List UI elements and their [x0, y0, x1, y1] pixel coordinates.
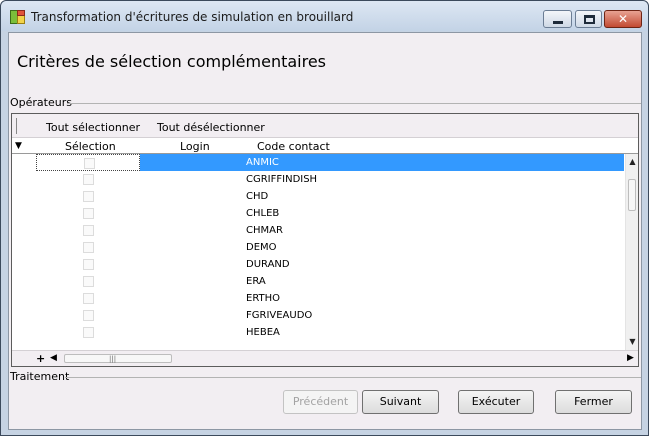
treatment-group-divider	[65, 377, 641, 378]
selection-cell[interactable]	[36, 205, 140, 222]
window-title: Transformation d'écritures de simulation…	[31, 10, 354, 24]
scroll-grip-icon: |||	[109, 355, 117, 363]
selection-cell[interactable]	[36, 307, 140, 324]
selection-checkbox[interactable]	[83, 191, 94, 202]
select-all-button[interactable]: Tout sélectionner	[46, 121, 140, 134]
selection-checkbox[interactable]	[83, 327, 94, 338]
table-row[interactable]: CHMAR	[12, 222, 624, 239]
code-contact-cell: ERA	[246, 276, 266, 287]
app-logo-icon	[10, 10, 26, 24]
table-row[interactable]: DURAND	[12, 256, 624, 273]
title-bar[interactable]: Transformation d'écritures de simulation…	[1, 1, 648, 31]
maximize-button[interactable]	[575, 10, 602, 28]
selection-cell[interactable]	[36, 188, 140, 205]
selection-cell[interactable]	[36, 256, 140, 273]
grid-header: ▼ Sélection Login Code contact	[12, 138, 638, 154]
selection-checkbox[interactable]	[83, 293, 94, 304]
deselect-all-button[interactable]: Tout désélectionner	[157, 121, 265, 134]
scroll-down-icon[interactable]: ▼	[627, 336, 638, 348]
table-row[interactable]: CHD	[12, 188, 624, 205]
minimize-icon	[553, 21, 563, 24]
maximize-icon	[584, 15, 595, 24]
code-contact-cell: ANMIC	[140, 154, 624, 171]
column-header-code-contact[interactable]: Code contact	[257, 140, 330, 153]
grid-toolbar: Tout sélectionner Tout désélectionner	[12, 114, 638, 138]
code-contact-cell: HEBEA	[246, 327, 280, 338]
close-button[interactable]: Fermer	[555, 390, 632, 414]
table-row[interactable]: HEBEA	[12, 324, 624, 341]
toolbar-grip-icon	[16, 118, 17, 134]
grid-body: ANMIC CGRIFFINDISH CHD CHLEB CHMAR DEMO DURAND…	[12, 154, 624, 350]
selection-cell[interactable]	[36, 171, 140, 188]
selection-checkbox[interactable]	[83, 208, 94, 219]
scroll-up-icon[interactable]: ▲	[627, 156, 638, 168]
selection-cell[interactable]	[36, 154, 140, 171]
code-contact-cell: DURAND	[246, 259, 290, 270]
dialog-content: Critères de sélection complémentaires Op…	[8, 32, 642, 430]
column-chooser-icon[interactable]: ▼	[15, 141, 22, 151]
selection-cell[interactable]	[36, 324, 140, 341]
table-row[interactable]: FGRIVEAUDO	[12, 307, 624, 324]
selection-checkbox[interactable]	[83, 225, 94, 236]
code-contact-cell: CHLEB	[246, 208, 280, 219]
code-contact-cell: DEMO	[246, 242, 277, 253]
execute-button[interactable]: Exécuter	[458, 390, 534, 414]
scroll-left-icon[interactable]: ◀	[50, 353, 57, 363]
selection-cell[interactable]	[36, 273, 140, 290]
selection-checkbox[interactable]	[83, 310, 94, 321]
column-header-selection[interactable]: Sélection	[65, 140, 116, 153]
table-row[interactable]: CGRIFFINDISH	[12, 171, 624, 188]
selection-checkbox[interactable]	[84, 158, 95, 169]
code-contact-cell: CHD	[246, 191, 269, 202]
column-header-login[interactable]: Login	[180, 140, 210, 153]
scroll-right-icon[interactable]: ▶	[627, 353, 634, 363]
table-row[interactable]: CHLEB	[12, 205, 624, 222]
vertical-scroll-thumb[interactable]	[628, 179, 636, 211]
horizontal-scroll-thumb[interactable]: |||	[64, 354, 172, 363]
selection-checkbox[interactable]	[83, 174, 94, 185]
minimize-button[interactable]	[543, 10, 572, 28]
selection-cell[interactable]	[36, 290, 140, 307]
operators-group-label: Opérateurs	[10, 96, 72, 109]
table-row[interactable]: ANMIC	[12, 154, 624, 171]
code-contact-cell: CHMAR	[246, 225, 283, 236]
selection-checkbox[interactable]	[83, 242, 94, 253]
previous-button[interactable]: Précédent	[283, 390, 358, 414]
selection-cell[interactable]	[36, 239, 140, 256]
code-contact-cell: ERTHO	[246, 293, 281, 304]
next-button[interactable]: Suivant	[362, 390, 439, 414]
selection-cell[interactable]	[36, 222, 140, 239]
close-icon: ✕	[617, 12, 629, 26]
vertical-scrollbar[interactable]: ▲ ▼	[625, 154, 638, 350]
application-window: Transformation d'écritures de simulation…	[0, 0, 649, 436]
table-row[interactable]: ERTHO	[12, 290, 624, 307]
treatment-group-label: Traitement	[10, 370, 70, 383]
horizontal-scrollbar[interactable]: + ◀ ||| ▶	[12, 350, 638, 366]
table-row[interactable]: ERA	[12, 273, 624, 290]
operators-group-divider	[67, 103, 641, 104]
code-contact-cell: FGRIVEAUDO	[246, 310, 313, 321]
operators-grid: Tout sélectionner Tout désélectionner ▼ …	[11, 113, 639, 367]
page-title: Critères de sélection complémentaires	[17, 52, 327, 71]
code-contact-cell: CGRIFFINDISH	[246, 174, 318, 185]
close-window-button[interactable]: ✕	[604, 10, 642, 28]
selection-checkbox[interactable]	[83, 276, 94, 287]
selection-checkbox[interactable]	[83, 259, 94, 270]
table-row[interactable]: DEMO	[12, 239, 624, 256]
add-row-button[interactable]: +	[36, 352, 45, 365]
